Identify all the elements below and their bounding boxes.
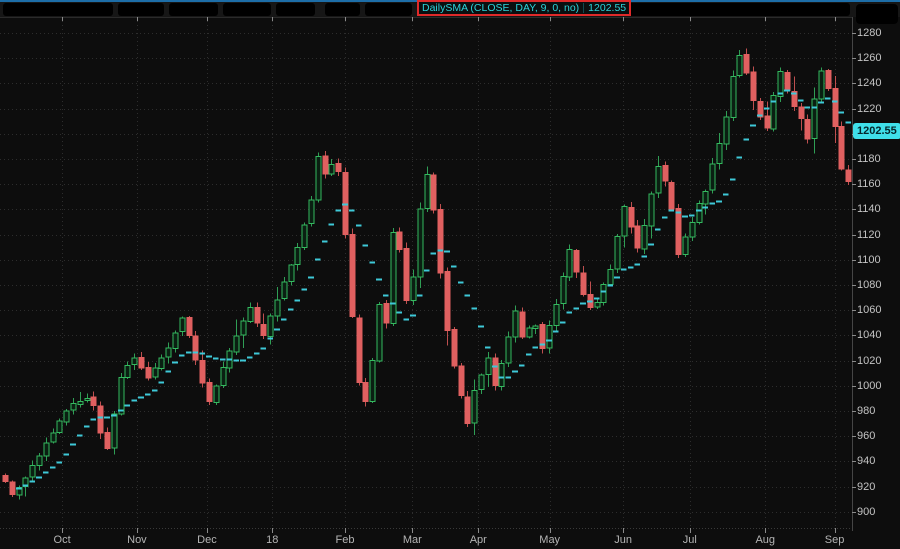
price-tick-label: 1080 — [857, 279, 881, 291]
price-tick-label: 1040 — [857, 329, 881, 341]
price-tick-label: 1060 — [857, 304, 881, 316]
month-tick-label: Feb — [336, 534, 355, 546]
month-tick-label: Jun — [614, 534, 632, 546]
study-label-value: 1202.55 — [588, 2, 626, 14]
axis-lines — [0, 17, 856, 533]
chart-window: DailySMA (CLOSE, DAY, 9, 0, no) 1202.55 … — [0, 0, 900, 549]
month-tick-label: Mar — [403, 534, 422, 546]
redacted-corner-box[interactable] — [856, 4, 898, 24]
sma-value-badge: 1202.55 — [853, 123, 900, 139]
price-tick-label: 1220 — [857, 103, 881, 115]
price-tick-label: 1120 — [857, 229, 881, 241]
candlesticks — [3, 49, 851, 500]
sma-dashes — [16, 91, 851, 489]
price-tick-label: 1180 — [857, 153, 881, 165]
month-tick-label: Apr — [470, 534, 487, 546]
price-tick-label: 1000 — [857, 380, 881, 392]
price-tick-label: 960 — [857, 430, 875, 442]
study-label-text: DailySMA (CLOSE, DAY, 9, 0, no) — [422, 2, 579, 14]
month-tick-label: Nov — [127, 534, 147, 546]
price-tick-label: 1100 — [857, 254, 881, 266]
price-tick-label: 1280 — [857, 27, 881, 39]
month-tick-label: May — [539, 534, 560, 546]
month-tick-label: Dec — [197, 534, 217, 546]
gridlines — [0, 17, 852, 528]
study-label-divider — [583, 3, 584, 13]
candlestick-plot[interactable] — [0, 0, 900, 549]
month-tick-label: Jul — [683, 534, 697, 546]
price-tick-label: 920 — [857, 481, 875, 493]
month-tick-label: 18 — [266, 534, 278, 546]
study-label[interactable]: DailySMA (CLOSE, DAY, 9, 0, no) 1202.55 — [417, 0, 631, 16]
price-tick-label: 900 — [857, 506, 875, 518]
price-tick-label: 1140 — [857, 203, 881, 215]
month-tick-label: Oct — [54, 534, 71, 546]
price-tick-label: 940 — [857, 455, 875, 467]
price-tick-label: 980 — [857, 405, 875, 417]
price-tick-label: 1020 — [857, 355, 881, 367]
price-tick-label: 1240 — [857, 77, 881, 89]
price-tick-label: 1260 — [857, 52, 881, 64]
price-tick-label: 1160 — [857, 178, 881, 190]
month-tick-label: Sep — [825, 534, 845, 546]
month-tick-label: Aug — [755, 534, 775, 546]
